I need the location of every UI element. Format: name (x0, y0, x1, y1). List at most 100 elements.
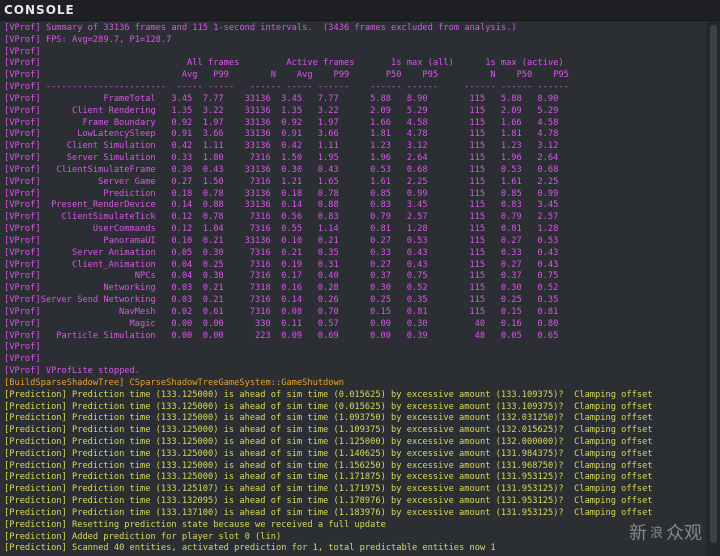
stat-avg: 0.02 (171, 306, 193, 317)
stat-p95: 2.64 (406, 153, 428, 164)
stat-an: 48 (474, 330, 486, 341)
stat-avg: 0.30 (171, 164, 193, 175)
stat-n: 7316 (249, 247, 271, 258)
vprof-prefix: [VProf] (4, 117, 41, 128)
stat-ap95: 8.90 (537, 93, 559, 104)
stat-an: 115 (469, 105, 486, 116)
stat-an: 115 (469, 283, 486, 294)
stat-p50: 0.33 (370, 247, 391, 258)
stat-ap50: 0.37 (500, 271, 522, 282)
stat-ap99: 0.35 (317, 247, 339, 258)
vprof-footer: [VProf] [VProf] [VProf] VProfLite stoppe… (4, 342, 706, 377)
stat-ap95: 0.99 (537, 188, 559, 199)
stat-p95: 5.29 (406, 105, 428, 116)
prediction-line: [Prediction] Prediction time (133.125000… (4, 401, 653, 412)
stat-p99: 1.04 (202, 224, 224, 235)
stat-an: 115 (469, 200, 486, 211)
prediction-line: [Prediction] Added prediction for player… (4, 531, 282, 542)
stat-name: UserCommands (92, 224, 156, 235)
stat-name: Client Rendering (71, 105, 156, 116)
vprof-prefix: [VProf] (4, 295, 41, 306)
stat-an: 115 (469, 188, 486, 199)
stat-ap99: 1.11 (317, 141, 339, 152)
stat-p50: 1.23 (370, 141, 391, 152)
stat-ap50: 0.15 (500, 306, 522, 317)
stat-aavg: 1.35 (281, 105, 303, 116)
stat-ap95: 3.45 (537, 200, 559, 211)
stat-ap50: 0.83 (500, 200, 522, 211)
stat-p99: 0.30 (202, 247, 224, 258)
stat-ap50: 1.61 (500, 176, 522, 187)
stat-an: 115 (469, 117, 486, 128)
stat-ap95: 0.43 (537, 259, 559, 270)
stat-ap50: 0.53 (500, 164, 522, 175)
console-titlebar[interactable]: CONSOLE (0, 0, 720, 21)
stats-row: [VProf] Server Animation 0.05 0.30 7316 0.21 0… (4, 248, 706, 260)
stats-row: [VProf] Client Rendering 1.35 3.22 33136 1.35… (4, 106, 706, 118)
stat-p99: 1.97 (202, 117, 224, 128)
stat-p95: 3.12 (406, 141, 428, 152)
stat-avg: 0.03 (171, 283, 193, 294)
stat-an: 115 (469, 306, 486, 317)
stats-row: [VProf] ClientSimulateFrame 0.30 0.43 33136 0… (4, 165, 706, 177)
prediction-line: [Prediction] Prediction time (133.125000… (4, 460, 653, 471)
stat-name: Particle Simulation (56, 330, 156, 341)
stats-row: [VProf] PanoramaUI 0.10 0.21 33136 0.10 0.21 0.… (4, 236, 706, 248)
stat-an: 115 (469, 93, 486, 104)
stat-ap50: 1.66 (500, 117, 522, 128)
stat-ap99: 0.28 (317, 283, 339, 294)
stat-n: 7316 (249, 176, 271, 187)
scrollbar-thumb[interactable] (710, 25, 717, 543)
stat-n: 33136 (244, 164, 271, 175)
console-output[interactable]: [VProf] Summary of 33136 frames and 115 … (0, 21, 706, 556)
vprof-prefix: [VProf] (4, 141, 41, 152)
stat-p95: 4.58 (406, 117, 428, 128)
stats-row: [VProf] Prediction 0.18 0.78 33136 0.18 0.78 0.… (4, 189, 706, 201)
stat-p95: 0.35 (406, 295, 428, 306)
stat-p99: 0.30 (202, 271, 224, 282)
stats-row: [VProf] Server Game 0.27 1.50 7316 1.21 1.65 1.… (4, 177, 706, 189)
stat-p99: 0.43 (202, 164, 224, 175)
prediction-line: [Prediction] Prediction time (133.125000… (4, 389, 653, 400)
stats-row: [VProf] Server Simulation 0.33 1.80 7316 1.50… (4, 153, 706, 165)
stat-p99: 0.25 (202, 259, 224, 270)
stat-n: 33136 (244, 105, 271, 116)
stat-name: LowLatencySleep (77, 129, 156, 140)
stat-p50: 0.81 (370, 224, 391, 235)
stat-p50: 0.25 (370, 295, 391, 306)
vprof-prefix: [VProf] (4, 306, 41, 317)
stat-ap99: 0.88 (317, 200, 339, 211)
stat-p50: 2.09 (370, 105, 391, 116)
stat-name: Client_Animation (71, 259, 156, 270)
stat-n: 33136 (244, 141, 271, 152)
stat-ap99: 1.14 (317, 224, 339, 235)
stat-aavg: 1.21 (281, 176, 303, 187)
stat-ap99: 1.97 (317, 117, 339, 128)
stat-p95: 0.75 (406, 271, 428, 282)
stat-name: Magic (129, 318, 156, 329)
stat-ap50: 0.79 (500, 212, 522, 223)
prediction-log: [Prediction] Prediction time (133.125000… (4, 390, 706, 556)
stat-ap50: 0.27 (500, 235, 522, 246)
console-scrollbar[interactable] (706, 21, 720, 556)
stat-an: 115 (469, 164, 486, 175)
vprof-prefix: [VProf] (4, 330, 41, 341)
stat-avg: 0.05 (171, 247, 193, 258)
console-title: CONSOLE (4, 3, 75, 17)
stat-aavg: 0.21 (281, 247, 303, 258)
stat-ap95: 0.53 (537, 235, 559, 246)
stat-p99: 0.21 (202, 295, 224, 306)
prediction-line: [Prediction] Prediction time (133.132095… (4, 496, 653, 507)
stat-name: Prediction (103, 188, 156, 199)
stat-p95: 0.30 (406, 318, 428, 329)
console-line: [VProf] FPS: Avg=289.7, P1=128.7 (4, 34, 172, 45)
stat-name: Networking (103, 283, 156, 294)
vprof-prefix: [VProf] (4, 247, 41, 258)
stat-name: ClientSimulateTick (61, 212, 156, 223)
stat-p95: 0.39 (406, 330, 428, 341)
stat-p99: 3.22 (202, 105, 224, 116)
vprof-prefix: [VProf] (4, 283, 41, 294)
stat-name: FrameTotal (103, 93, 156, 104)
stat-ap95: 2.25 (537, 176, 559, 187)
stat-aavg: 0.18 (281, 188, 303, 199)
